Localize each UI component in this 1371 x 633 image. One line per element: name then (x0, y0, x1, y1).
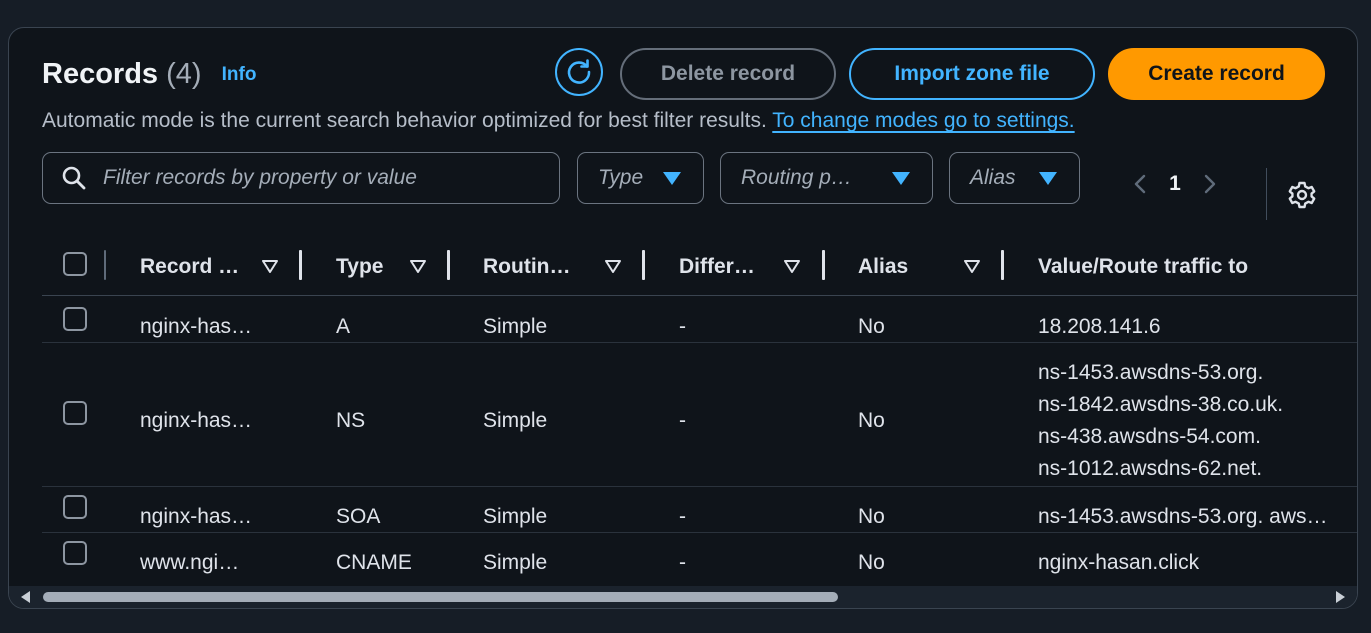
sort-icon[interactable] (410, 260, 426, 273)
search-icon (62, 166, 86, 190)
value-line: ns-438.awsdns-54.com. (1038, 425, 1261, 448)
current-page-number[interactable]: 1 (1153, 172, 1197, 196)
routing-cell: Simple (483, 505, 548, 528)
sort-icon[interactable] (964, 260, 980, 273)
differentiator-cell: - (679, 505, 686, 528)
page-title: Records (4) Info (42, 58, 256, 91)
type-filter-select[interactable]: Type (577, 152, 704, 204)
row-checkbox[interactable] (63, 401, 87, 425)
subtitle-text: Automatic mode is the current search beh… (42, 109, 773, 132)
info-link[interactable]: Info (222, 64, 257, 85)
chevron-left-icon[interactable] (1129, 172, 1153, 196)
alias-cell: No (858, 505, 885, 528)
column-divider[interactable] (822, 250, 825, 280)
table-row[interactable]: nginx-has… NS Simple - No ns-1453.awsdns… (42, 343, 1357, 487)
routing-cell: Simple (483, 409, 548, 432)
column-header-routing-policy[interactable]: Routin… (483, 240, 570, 294)
record-name-cell[interactable]: nginx-has… (140, 315, 252, 339)
search-input[interactable] (101, 165, 525, 191)
column-divider[interactable] (642, 250, 645, 280)
scroll-right-icon[interactable] (1336, 591, 1345, 603)
chevron-right-icon[interactable] (1197, 172, 1221, 196)
import-zone-file-button[interactable]: Import zone file (849, 48, 1095, 100)
sort-icon[interactable] (605, 260, 621, 273)
value-line: ns-1012.awsdns-62.net. (1038, 457, 1263, 480)
value-line: ns-1842.awsdns-38.co.uk. (1038, 393, 1284, 416)
differentiator-cell: - (679, 315, 686, 338)
column-header-value[interactable]: Value/Route traffic to (1038, 240, 1248, 294)
record-count: (4) (166, 58, 202, 90)
table-row[interactable]: nginx-has… SOA Simple - No ns-1453.awsdn… (42, 487, 1357, 533)
table-row[interactable]: www.ngi… CNAME Simple - No nginx-hasan.c… (42, 533, 1357, 585)
column-header-alias[interactable]: Alias (858, 240, 908, 294)
routing-cell: Simple (483, 551, 548, 574)
caret-down-icon (892, 171, 910, 185)
column-divider[interactable] (1001, 250, 1004, 280)
type-filter-label: Type (598, 166, 644, 189)
create-record-button[interactable]: Create record (1108, 48, 1325, 100)
type-cell: A (336, 315, 351, 338)
caret-down-icon (1039, 171, 1057, 185)
column-divider[interactable] (447, 250, 450, 280)
routing-filter-label: Routing p… (741, 166, 852, 189)
routing-cell: Simple (483, 315, 548, 338)
search-box[interactable] (42, 152, 560, 204)
search-mode-description: Automatic mode is the current search beh… (42, 109, 1075, 133)
alias-cell: No (858, 315, 885, 338)
table-row[interactable]: nginx-has… A Simple - No 18.208.141.6 (42, 296, 1357, 343)
record-name-cell[interactable]: nginx-has… (140, 505, 252, 529)
type-cell: NS (336, 409, 366, 432)
value-cell: 18.208.141.6 (1038, 315, 1161, 338)
value-cell: ns-1453.awsdns-53.org. aws… (1038, 505, 1328, 528)
value-cell: ns-1453.awsdns-53.org. ns-1842.awsdns-38… (1038, 357, 1283, 485)
alias-filter-label: Alias (970, 166, 1016, 189)
column-divider (104, 250, 106, 280)
select-all-checkbox[interactable] (63, 252, 87, 276)
differentiator-cell: - (679, 409, 686, 432)
table-header: Record … Type Routin… Differ… Alias Valu… (42, 240, 1357, 296)
type-cell: SOA (336, 505, 381, 528)
pagination: 1 (1129, 169, 1221, 199)
column-divider[interactable] (299, 250, 302, 280)
record-name-cell[interactable]: www.ngi… (140, 551, 239, 575)
type-cell: CNAME (336, 551, 412, 574)
value-line: ns-1453.awsdns-53.org. (1038, 361, 1264, 384)
alias-filter-select[interactable]: Alias (949, 152, 1080, 204)
column-header-record-name[interactable]: Record … (140, 240, 239, 294)
caret-down-icon (663, 171, 681, 185)
refresh-icon (567, 59, 591, 84)
value-cell: nginx-hasan.click (1038, 551, 1200, 574)
records-panel: Records (4) Info Delete record Import zo… (8, 27, 1358, 609)
scrollbar-thumb[interactable] (43, 592, 838, 602)
alias-cell: No (858, 409, 885, 432)
sort-icon[interactable] (262, 260, 278, 273)
pager-divider (1266, 168, 1267, 220)
column-header-differentiator[interactable]: Differ… (679, 240, 755, 294)
row-checkbox[interactable] (63, 307, 87, 331)
differentiator-cell: - (679, 551, 686, 574)
header-row: Records (4) Info Delete record Import zo… (42, 48, 1337, 100)
delete-record-button[interactable]: Delete record (620, 48, 836, 100)
horizontal-scrollbar[interactable] (9, 586, 1357, 608)
title-text: Records (42, 58, 159, 90)
row-checkbox[interactable] (63, 495, 87, 519)
row-checkbox[interactable] (63, 541, 87, 565)
record-name-cell[interactable]: nginx-has… (140, 409, 252, 433)
gear-icon[interactable] (1287, 180, 1317, 210)
column-header-type[interactable]: Type (336, 240, 383, 294)
refresh-button[interactable] (555, 48, 603, 96)
settings-link[interactable]: To change modes go to settings. (772, 109, 1074, 132)
routing-policy-filter-select[interactable]: Routing p… (720, 152, 933, 204)
alias-cell: No (858, 551, 885, 574)
scroll-left-icon[interactable] (21, 591, 30, 603)
sort-icon[interactable] (784, 260, 800, 273)
